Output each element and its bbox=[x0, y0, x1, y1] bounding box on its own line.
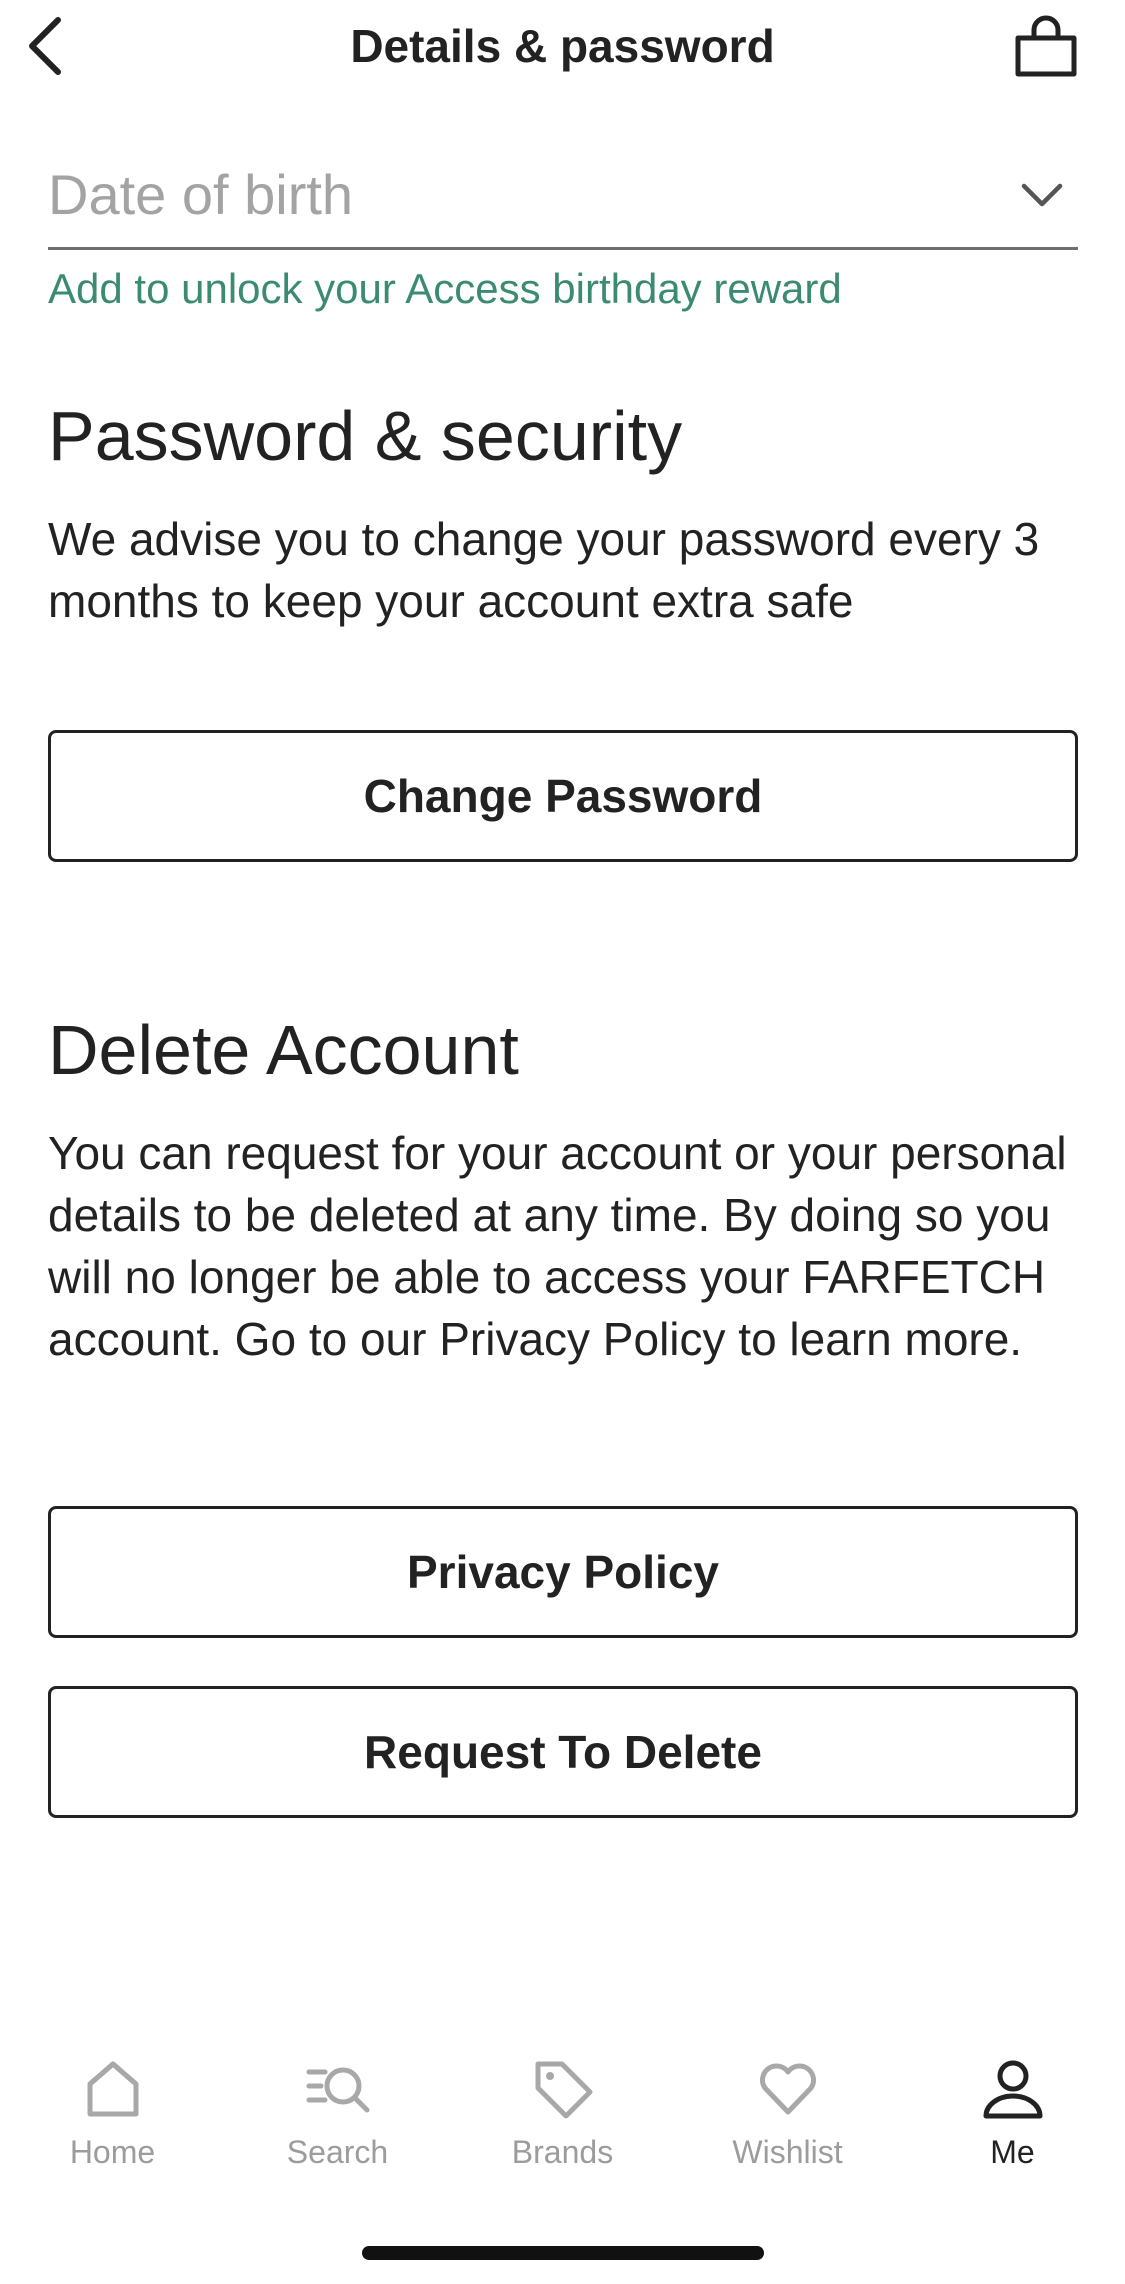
tab-brands-label: Brands bbox=[511, 2134, 614, 2170]
user-icon bbox=[983, 2060, 1042, 2119]
tab-brands[interactable]: Brands bbox=[450, 2040, 675, 2190]
tab-wishlist-label: Wishlist bbox=[732, 2134, 843, 2170]
date-of-birth-select[interactable]: Date of birth bbox=[48, 150, 1078, 250]
chevron-down-icon bbox=[1021, 183, 1063, 207]
tab-home-label: Home bbox=[69, 2134, 156, 2170]
delete-account-description: You can request for your account or your… bbox=[48, 1127, 1067, 1365]
tag-icon bbox=[535, 2061, 592, 2119]
page-title: Details & password bbox=[350, 20, 775, 72]
shopping-bag-icon bbox=[1015, 15, 1077, 77]
delete-account-heading: Delete Account bbox=[48, 1011, 519, 1089]
birthday-reward-hint: Add to unlock your Access birthday rewar… bbox=[48, 265, 842, 312]
date-of-birth-placeholder: Date of birth bbox=[48, 163, 354, 226]
chevron-left-icon bbox=[29, 17, 61, 75]
bottom-tab-bar: Home Search Brands Wishlist Me bbox=[0, 2040, 1125, 2190]
home-indicator bbox=[362, 2246, 764, 2260]
change-password-button[interactable]: Change Password bbox=[48, 730, 1078, 862]
shopping-bag-button[interactable] bbox=[1011, 12, 1081, 80]
password-security-description: We advise you to change your password ev… bbox=[48, 513, 1040, 627]
request-to-delete-button[interactable]: Request To Delete bbox=[48, 1686, 1078, 1818]
password-security-heading: Password & security bbox=[48, 397, 683, 475]
tab-home[interactable]: Home bbox=[0, 2040, 225, 2190]
tab-search-label: Search bbox=[286, 2134, 389, 2170]
tab-me[interactable]: Me bbox=[900, 2040, 1125, 2190]
tab-wishlist[interactable]: Wishlist bbox=[675, 2040, 900, 2190]
search-icon bbox=[306, 2067, 369, 2113]
back-button[interactable] bbox=[20, 12, 72, 80]
privacy-policy-button[interactable]: Privacy Policy bbox=[48, 1506, 1078, 1638]
top-bar: Details & password bbox=[0, 0, 1125, 92]
tab-search[interactable]: Search bbox=[225, 2040, 450, 2190]
home-icon bbox=[87, 2061, 138, 2117]
heart-icon bbox=[759, 2063, 816, 2115]
tab-me-label: Me bbox=[990, 2134, 1035, 2170]
